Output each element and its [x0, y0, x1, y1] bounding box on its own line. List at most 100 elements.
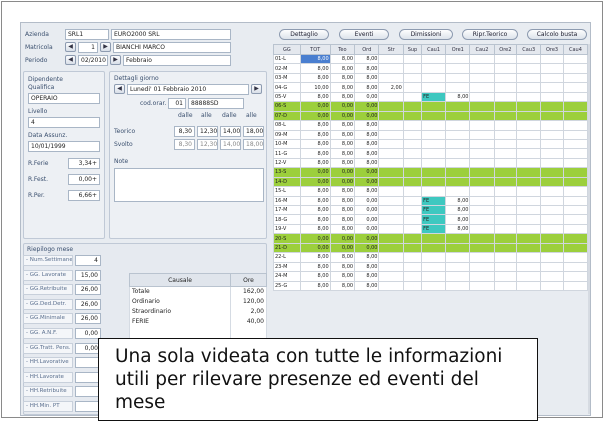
grid-cell[interactable] [540, 186, 564, 197]
grid-cell[interactable] [493, 82, 518, 93]
grid-cell[interactable]: 8,00 [329, 120, 356, 131]
grid-cell[interactable] [421, 138, 447, 150]
grid-row[interactable]: 11-G 8,00 8,00 8,00 [273, 148, 589, 159]
grid-cell[interactable] [378, 242, 404, 254]
causale-row[interactable]: FERIE 40,00 [129, 316, 267, 327]
grid-row[interactable]: 09-M 8,00 8,00 8,00 [273, 129, 589, 140]
grid-cell[interactable] [493, 261, 518, 273]
grid-cell[interactable] [493, 148, 518, 159]
grid-cell[interactable]: 0,00 [329, 101, 356, 112]
grid-cell[interactable] [402, 53, 423, 65]
grid-cell[interactable]: 8,00 [299, 72, 331, 84]
grid-row[interactable]: 25-G 8,00 8,00 8,00 [273, 280, 589, 291]
grid-scrollbar[interactable] [588, 44, 590, 414]
grid-cell[interactable] [378, 167, 404, 178]
grid-cell[interactable] [402, 233, 423, 244]
grid-row[interactable]: 21-D 0,00 0,00 0,00 [273, 242, 589, 254]
grid-header-cell[interactable]: Cau3 [516, 44, 542, 55]
grid-cell[interactable] [469, 129, 495, 140]
grid-cell[interactable]: 8,00 [299, 204, 331, 216]
grid-cell[interactable] [469, 72, 495, 84]
grid-cell[interactable]: 0,00 [329, 233, 356, 244]
grid-cell[interactable]: 8,00 [445, 223, 471, 235]
grid-cell[interactable]: 8,00 [329, 223, 356, 235]
causale-row[interactable]: Ordinario 120,00 [129, 296, 267, 307]
grid-cell[interactable] [378, 195, 404, 207]
grid-cell[interactable] [445, 129, 471, 140]
grid-cell[interactable] [540, 167, 564, 178]
grid-cell[interactable] [469, 63, 495, 74]
grid-cell[interactable]: 25-G [273, 280, 301, 291]
grid-cell[interactable] [421, 129, 447, 140]
grid-cell[interactable]: 8,00 [354, 138, 380, 150]
grid-cell[interactable]: 0,00 [354, 223, 380, 235]
periodo-next-button[interactable]: ▶ [110, 55, 121, 65]
grid-cell[interactable] [516, 129, 542, 140]
causale-row[interactable]: Straordinario 2,00 [129, 306, 267, 317]
grid-cell[interactable] [469, 252, 495, 263]
grid-cell[interactable] [493, 63, 518, 74]
grid-cell[interactable] [445, 53, 471, 65]
grid-cell[interactable] [445, 157, 471, 169]
grid-cell[interactable]: 8,00 [299, 271, 331, 282]
grid-cell[interactable] [445, 167, 471, 178]
grid-cell[interactable]: 8,00 [354, 82, 380, 93]
grid-header-cell[interactable]: Str [378, 44, 404, 55]
grid-cell[interactable]: 8,00 [299, 252, 331, 263]
grid-cell[interactable] [562, 101, 589, 112]
grid-cell[interactable] [469, 204, 495, 216]
grid-cell[interactable] [402, 72, 423, 84]
grid-cell[interactable] [469, 271, 495, 282]
grid-cell[interactable]: 8,00 [299, 195, 331, 207]
grid-cell[interactable] [378, 72, 404, 84]
grid-cell[interactable]: 8,00 [354, 72, 380, 84]
grid-cell[interactable]: 8,00 [445, 195, 471, 207]
tab-ripr-teorico[interactable]: Ripr.Teorico [462, 29, 518, 40]
grid-cell[interactable]: 8,00 [329, 82, 356, 93]
grid-cell[interactable]: 8,00 [329, 63, 356, 74]
grid-header-cell[interactable]: GG [273, 44, 301, 55]
grid-cell[interactable] [402, 280, 423, 291]
grid-cell[interactable] [445, 120, 471, 131]
grid-cell[interactable] [378, 157, 404, 169]
grid-cell[interactable]: 14-D [273, 176, 301, 188]
grid-cell[interactable] [445, 233, 471, 244]
grid-cell[interactable]: 04-G [273, 82, 301, 93]
grid-cell[interactable]: 21-D [273, 242, 301, 254]
tab-calcolo-busta[interactable]: Calcolo busta [527, 29, 587, 40]
grid-cell[interactable] [562, 138, 589, 150]
grid-cell[interactable] [493, 280, 518, 291]
grid-cell[interactable]: 8,00 [299, 214, 331, 225]
grid-cell[interactable]: 8,00 [329, 138, 356, 150]
grid-cell[interactable] [402, 148, 423, 159]
grid-cell[interactable]: 11-G [273, 148, 301, 159]
grid-cell[interactable] [469, 233, 495, 244]
grid-cell[interactable] [445, 271, 471, 282]
grid-cell[interactable] [378, 101, 404, 112]
grid-row[interactable]: 14-D 0,00 0,00 0,00 [273, 176, 589, 188]
grid-cell[interactable] [516, 157, 542, 169]
grid-cell[interactable] [562, 261, 589, 273]
grid-cell[interactable]: 8,00 [329, 72, 356, 84]
grid-cell[interactable] [516, 223, 542, 235]
grid-cell[interactable] [421, 242, 447, 254]
grid-row[interactable]: 05-V 8,00 8,00 0,00 FE 8,00 [273, 91, 589, 103]
grid-cell[interactable] [402, 261, 423, 273]
grid-cell[interactable]: 03-M [273, 72, 301, 84]
grid-cell[interactable] [540, 271, 564, 282]
grid-cell[interactable]: 8,00 [329, 157, 356, 169]
grid-cell[interactable]: 0,00 [354, 214, 380, 225]
grid-cell[interactable]: 8,00 [299, 280, 331, 291]
grid-cell[interactable] [562, 186, 589, 197]
grid-cell[interactable]: 0,00 [354, 176, 380, 188]
grid-cell[interactable] [562, 214, 589, 225]
grid-cell[interactable]: 20-S [273, 233, 301, 244]
grid-cell[interactable] [493, 167, 518, 178]
grid-cell[interactable]: 8,00 [445, 91, 471, 103]
grid-cell[interactable] [493, 138, 518, 150]
grid-cell[interactable] [493, 91, 518, 103]
grid-cell[interactable]: 8,00 [299, 53, 331, 65]
grid-cell[interactable]: 8,00 [354, 252, 380, 263]
svolto-alle2[interactable]: 18,00 [243, 139, 264, 150]
grid-cell[interactable]: 8,00 [329, 214, 356, 225]
